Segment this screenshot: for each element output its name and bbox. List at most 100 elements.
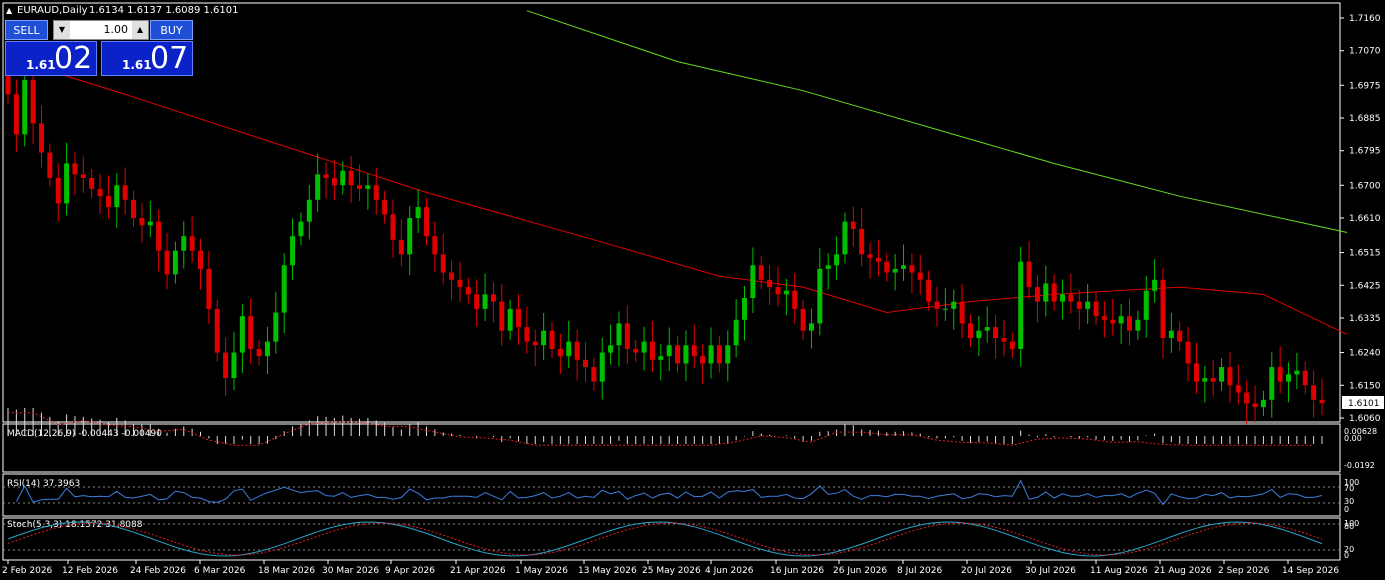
candle-body	[549, 330, 555, 349]
indicator-label: MACD(12,26,9) -0.00443 -0.00490	[7, 429, 162, 439]
candle-body	[38, 123, 44, 153]
candle-body	[382, 199, 388, 215]
buy-button[interactable]: BUY	[150, 20, 193, 40]
candle-body	[306, 199, 312, 222]
macd-pane: MACD(12,26,9) -0.00443 -0.00490 0.006280.…	[7, 408, 1377, 470]
candle-body	[1311, 385, 1317, 400]
candle-body	[55, 178, 61, 204]
candle-body	[842, 221, 848, 255]
candle-body	[64, 163, 70, 204]
time-tick-label: 9 Apr 2026	[385, 566, 435, 576]
candle-body	[959, 301, 965, 324]
time-tick-label: 14 Sep 2026	[1282, 566, 1339, 576]
candle-body	[859, 228, 865, 255]
price-tick-label: 1.6515	[1349, 249, 1381, 259]
candle-body	[172, 250, 178, 275]
sell-price-box[interactable]: 1.61 02	[5, 41, 97, 76]
candle-body	[951, 301, 957, 309]
price-chart[interactable]: 1.7160 1.7070 1.6975 1.6885 1.6795 1.6700 1.66…	[0, 0, 1385, 580]
indicator-tick-label: 80	[1344, 522, 1354, 531]
candle-body	[1135, 319, 1141, 331]
candle-body	[223, 352, 229, 378]
candle-body	[97, 188, 103, 197]
candle-body	[624, 323, 630, 349]
candle-body	[1277, 367, 1283, 382]
candle-body	[331, 178, 337, 186]
candle-body	[80, 174, 86, 178]
candle-body	[139, 218, 145, 226]
lot-size-stepper[interactable]: ▼ 1.00 ▲	[53, 20, 149, 40]
indicator-tick-label: 0	[1344, 551, 1349, 560]
time-tick-label: 4 Jun 2026	[705, 566, 754, 576]
candle-body	[415, 207, 421, 218]
candle-body	[1235, 385, 1241, 393]
candle-body	[817, 268, 823, 324]
candle-body	[582, 359, 588, 368]
candle-body	[1244, 392, 1250, 404]
one-click-trading-panel: SELL ▼ 1.00 ▲ BUY 1.61 02 1.61 07	[5, 20, 193, 77]
candle-body	[1302, 370, 1308, 386]
candle-body	[666, 345, 672, 357]
candle-body	[1193, 363, 1199, 382]
candle-body	[474, 294, 480, 309]
price-tick-label: 1.6240	[1349, 349, 1381, 359]
candle-body	[365, 185, 371, 189]
candle-body	[758, 265, 764, 280]
candle-body	[1269, 367, 1275, 400]
candle-body	[22, 79, 28, 135]
time-tick-label: 20 Jul 2026	[961, 566, 1012, 576]
candle-body	[499, 301, 505, 331]
current-price-label: 1.6101	[1342, 396, 1384, 409]
indicator-tick-label: 0	[1344, 505, 1349, 514]
candle-body	[1143, 290, 1149, 320]
buy-price-box[interactable]: 1.61 07	[101, 41, 193, 76]
candle-body	[1076, 301, 1082, 309]
time-tick-label: 16 Jun 2026	[770, 566, 824, 576]
candle-body	[390, 214, 396, 240]
candle-body	[482, 294, 488, 309]
candle-body	[934, 301, 940, 309]
candle-body	[440, 254, 446, 273]
candle-body	[867, 254, 873, 258]
candle-body	[792, 290, 798, 309]
candle-body	[122, 185, 128, 200]
candle-body	[800, 308, 806, 331]
lot-size-input[interactable]: 1.00	[70, 21, 132, 39]
sell-button[interactable]: SELL	[5, 20, 48, 40]
candle-body	[197, 250, 203, 269]
candle-body	[984, 327, 990, 331]
candle-body	[181, 236, 187, 251]
price-tick-label: 1.6700	[1349, 181, 1381, 191]
candle-body	[256, 348, 262, 357]
current-price-value: 1.6101	[1348, 399, 1380, 409]
price-tick-label: 1.6795	[1349, 147, 1381, 157]
candle-body	[1118, 316, 1124, 324]
candle-body	[716, 345, 722, 364]
candle-body	[298, 221, 304, 237]
header-arrow-icon: ▲	[6, 6, 13, 15]
chart-header: ▲ EURAUD,Daily 1.6134 1.6137 1.6089 1.61…	[6, 5, 239, 16]
candle-body	[423, 207, 429, 237]
candle-body	[5, 76, 11, 95]
time-tick-label: 6 Mar 2026	[194, 566, 246, 576]
candle-body	[315, 174, 321, 200]
candle-body	[1034, 287, 1040, 302]
candle-body	[147, 221, 153, 226]
price-tick-label: 1.6975	[1349, 81, 1381, 91]
price-axis: 1.7160 1.7070 1.6975 1.6885 1.6795 1.6700 1.66…	[1340, 14, 1381, 424]
candle-body	[373, 185, 379, 200]
indicator-tick-label: -0.0192	[1344, 461, 1375, 470]
sell-price-big: 02	[54, 41, 93, 76]
candle-body	[248, 316, 254, 349]
candle-body	[1219, 367, 1225, 382]
lot-decrease-icon[interactable]: ▼	[54, 21, 70, 39]
time-tick-label: 30 Jul 2026	[1025, 566, 1076, 576]
candle-body	[808, 323, 814, 331]
candle-body	[649, 341, 655, 360]
candle-body	[1026, 261, 1032, 288]
candle-body	[516, 308, 522, 328]
stoch-main-line	[7, 521, 1323, 557]
candle-body	[775, 287, 781, 295]
candle-body	[1160, 279, 1166, 338]
lot-increase-icon[interactable]: ▲	[132, 21, 148, 39]
